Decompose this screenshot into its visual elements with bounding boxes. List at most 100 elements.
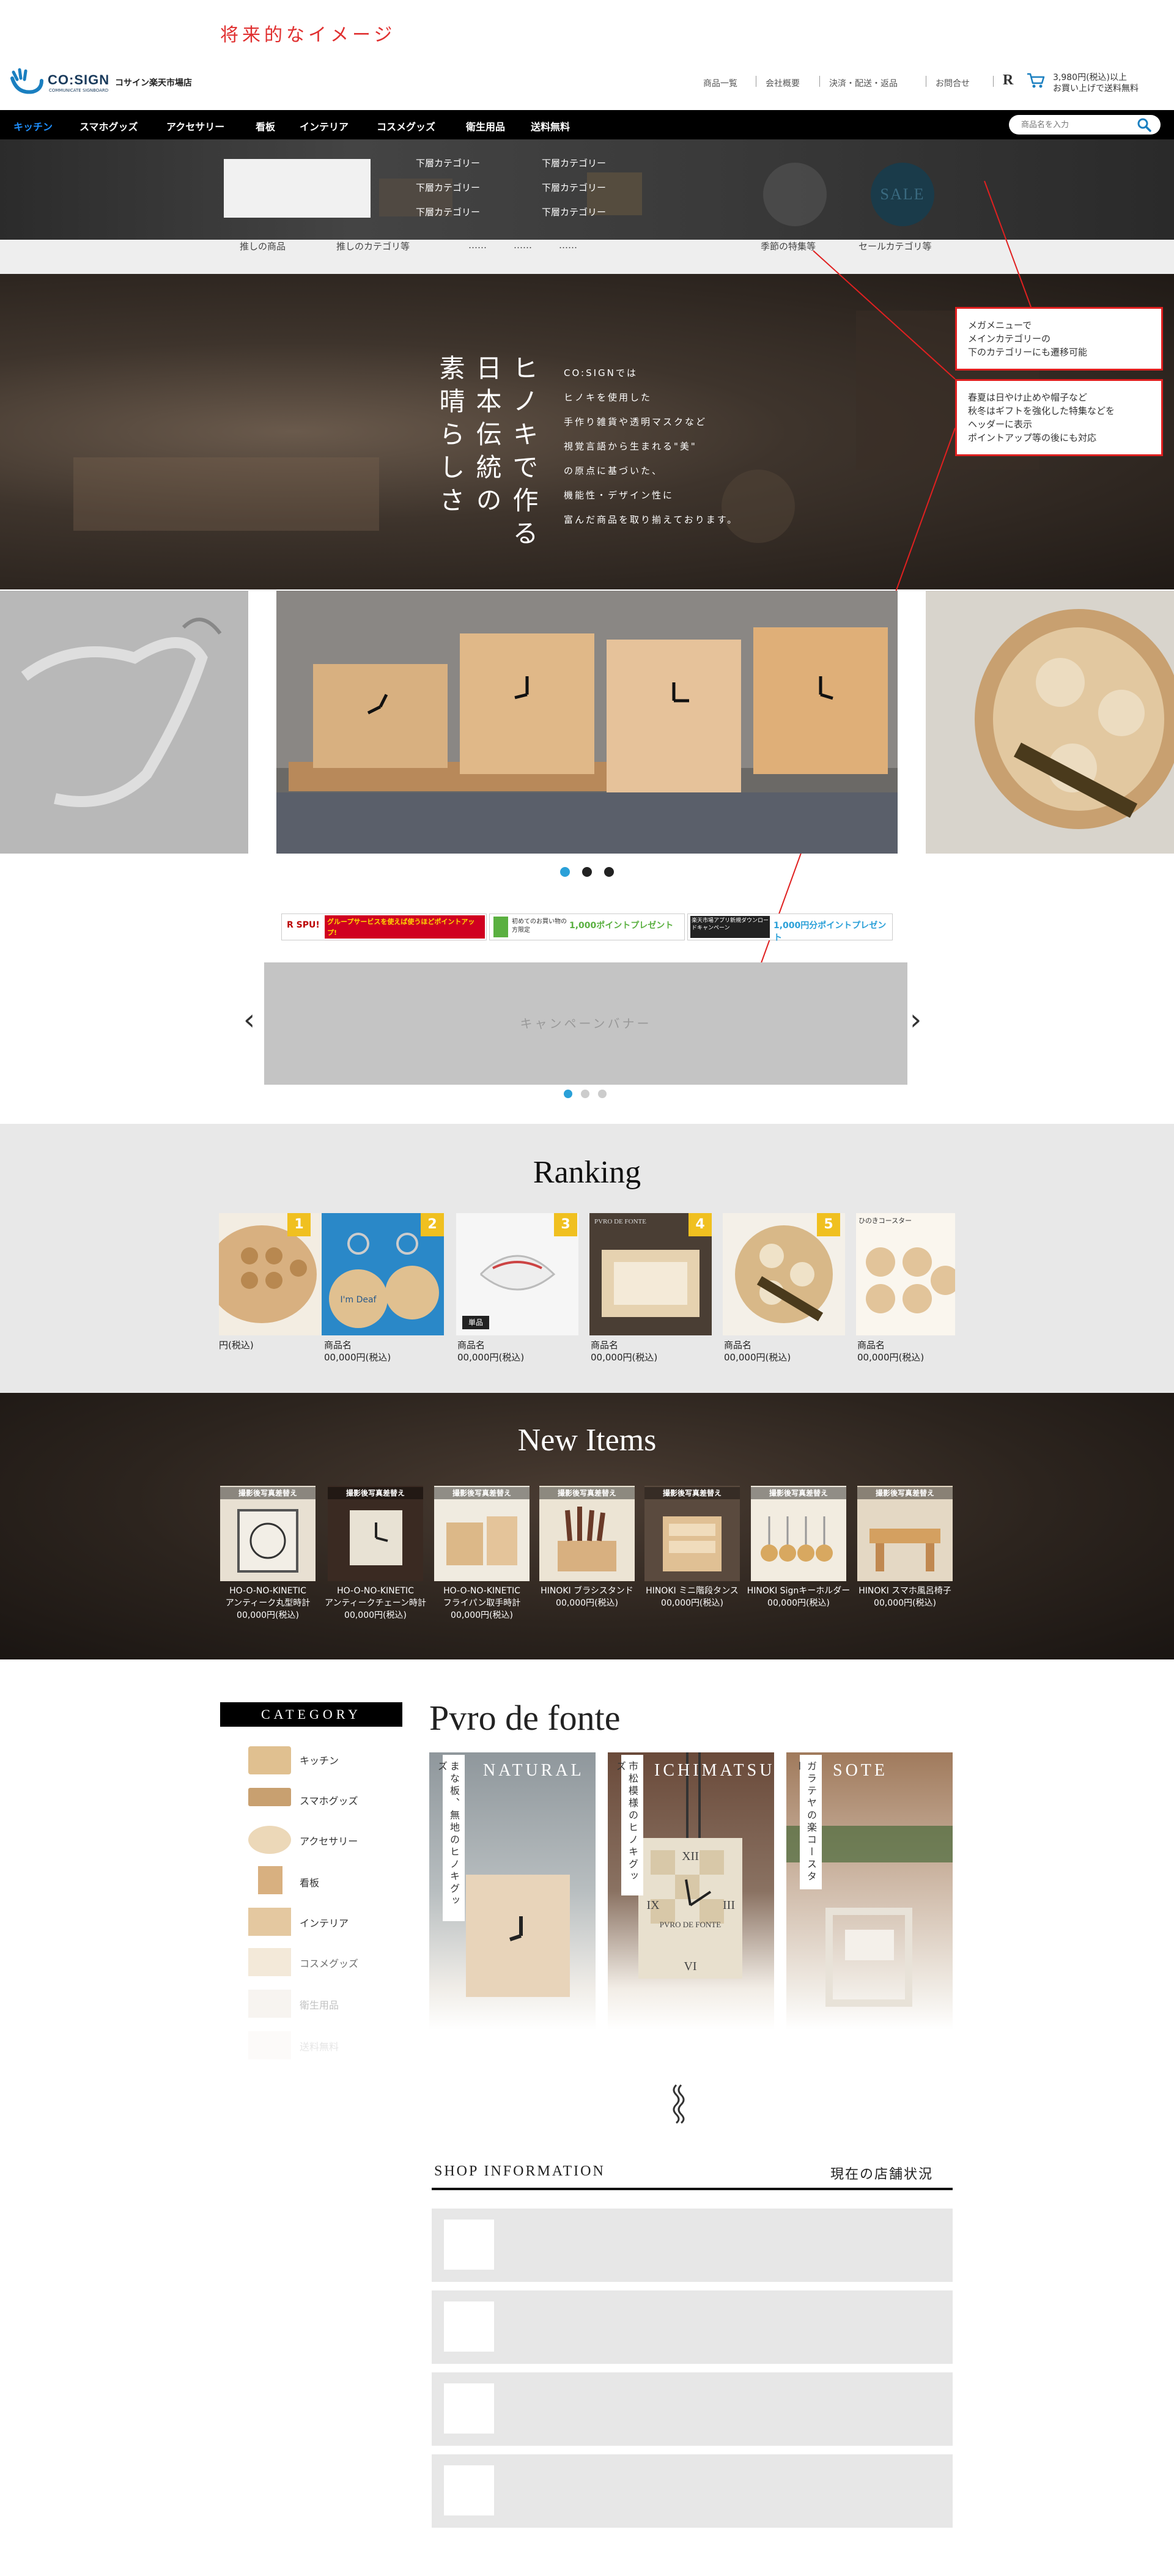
header-link-contact[interactable]: お問合せ <box>936 77 970 89</box>
ranking-item-3-info[interactable]: 商品名 00,000円(税込) <box>457 1339 524 1364</box>
category-item-accessory[interactable]: アクセサリー <box>300 1833 358 1848</box>
nav-item-hygiene[interactable]: 衛生用品 <box>466 119 505 133</box>
carousel-prev-arrow[interactable]: ‹ <box>243 1003 255 1037</box>
ranking-item-price: 円(税込) <box>219 1340 254 1351</box>
rakuten-icon[interactable]: R <box>1003 72 1013 89</box>
cutting-board-icon[interactable] <box>248 1746 291 1774</box>
hero-vertical-line-2: 日本伝統の <box>472 355 502 520</box>
campaign-dot-2[interactable] <box>581 1090 589 1098</box>
ranking-item-6-info[interactable]: 商品名 00,000円(税込) <box>857 1339 924 1364</box>
phone-stand-icon[interactable] <box>248 1788 291 1806</box>
subbar-link-placeholder[interactable]: …… <box>559 240 577 251</box>
subbar-link-placeholder[interactable]: …… <box>468 240 487 251</box>
ranking-item-2-info[interactable]: 商品名 00,000円(税込) <box>324 1339 391 1364</box>
new-item-price: 00,000円(税込) <box>237 1611 299 1620</box>
new-item-card-6[interactable] <box>751 1486 846 1581</box>
new-item-card-2[interactable] <box>328 1486 423 1581</box>
slider-dot-2[interactable] <box>582 867 592 877</box>
category-item-hygiene[interactable]: 衛生用品 <box>300 1997 339 2012</box>
nav-item-interior[interactable]: インテリア <box>300 119 349 133</box>
shop-info-title: SHOP INFORMATION <box>434 2163 605 2179</box>
subbar-link-placeholder[interactable]: …… <box>514 240 532 251</box>
new-item-6-info[interactable]: HINOKI Signキーホルダー 00,000円(税込) <box>745 1585 852 1609</box>
mega-link-subcategory[interactable]: 下層カテゴリー <box>542 157 606 169</box>
hero-paragraph-line: 機能性・デザイン性に <box>564 490 674 501</box>
category-item-smartphone[interactable]: スマホグッズ <box>300 1793 358 1807</box>
mega-link-subcategory[interactable]: 下層カテゴリー <box>542 205 606 218</box>
nav-item-kitchen[interactable]: キッチン <box>13 119 53 133</box>
subbar-link-sale[interactable]: セールカテゴリ等 <box>858 240 932 253</box>
new-item-1-info[interactable]: HO-O-NO-KINETIC アンティーク丸型時計 00,000円(税込) <box>214 1585 322 1622</box>
shop-info-box-2[interactable] <box>432 2290 953 2364</box>
subbar-link-seasonal[interactable]: 季節の特集等 <box>761 240 816 253</box>
header-divider <box>993 76 994 87</box>
new-item-5-info[interactable]: HINOKI ミニ階段タンス 00,000円(税込) <box>638 1585 746 1609</box>
campaign-dot-1[interactable] <box>564 1090 572 1098</box>
shop-info-box-1[interactable] <box>432 2209 953 2282</box>
nav-item-smartphone[interactable]: スマホグッズ <box>79 119 138 133</box>
nav-item-accessory[interactable]: アクセサリー <box>166 119 224 133</box>
search-icon[interactable] <box>1136 117 1152 132</box>
category-item-signboard[interactable]: 看板 <box>300 1875 319 1889</box>
new-item-card-3[interactable] <box>434 1486 530 1581</box>
hygiene-icon[interactable] <box>248 1990 291 2018</box>
interior-clock-icon[interactable] <box>248 1908 291 1936</box>
cart-icon[interactable] <box>1026 72 1046 89</box>
mega-link-subcategory[interactable]: 下層カテゴリー <box>416 157 480 169</box>
new-item-card-4[interactable] <box>539 1486 635 1581</box>
new-item-card-1[interactable] <box>220 1486 316 1581</box>
mega-menu-circle[interactable] <box>763 163 827 226</box>
category-item-free-shipping[interactable]: 送料無料 <box>300 2039 339 2053</box>
first-purchase-banner[interactable]: 初めてのお買い物の方限定 1,000ポイントプレゼント <box>489 913 685 940</box>
slider-dot-3[interactable] <box>604 867 614 877</box>
header-link-products[interactable]: 商品一覧 <box>703 77 737 89</box>
sale-badge[interactable]: SALE <box>871 163 934 226</box>
mega-menu-feature-box[interactable] <box>224 159 371 218</box>
hero-paragraph: CO:SIGNでは ヒノキを使用した 手作り雑貨や透明マスクなど 視覚言語から生… <box>564 361 738 532</box>
mega-link-subcategory[interactable]: 下層カテゴリー <box>416 205 480 218</box>
new-item-2-info[interactable]: HO-O-NO-KINETIC アンティークチェーン時計 00,000円(税込) <box>322 1585 429 1622</box>
carousel-next-arrow[interactable]: › <box>910 1003 921 1037</box>
campaign-banner[interactable]: キャンペーンバナー <box>264 962 907 1085</box>
campaign-dot-3[interactable] <box>598 1090 607 1098</box>
nav-item-signboard[interactable]: 看板 <box>256 119 275 133</box>
category-item-interior[interactable]: インテリア <box>300 1915 349 1930</box>
free-shipping-icon[interactable] <box>248 2031 291 2059</box>
new-item-price: 00,000円(税込) <box>767 1598 830 1608</box>
app-download-banner[interactable]: 楽天市場アプリ新規ダウンロードキャンペーン 1,000円分ポイントプレゼント <box>687 913 893 943</box>
search-input[interactable] <box>1021 118 1137 131</box>
subbar-link-featured[interactable]: 推しの商品 <box>240 240 286 253</box>
spu-banner[interactable]: R SPU! グループサービスを使えば使うほどポイントアップ! <box>281 913 487 940</box>
new-item-4-info[interactable]: HINOKI ブラシスタンド 00,000円(税込) <box>533 1585 641 1609</box>
mega-link-subcategory[interactable]: 下層カテゴリー <box>416 181 480 194</box>
slider-dot-1[interactable] <box>560 867 570 877</box>
ranking-item-5-info[interactable]: 商品名 00,000円(税込) <box>724 1339 791 1364</box>
new-item-card-7[interactable] <box>857 1486 953 1581</box>
pvro-title: Pvro de fonte <box>429 1698 621 1738</box>
new-item-card-5[interactable] <box>644 1486 740 1581</box>
mega-link-subcategory[interactable]: 下層カテゴリー <box>542 181 606 194</box>
header-link-company[interactable]: 会社概要 <box>766 77 800 89</box>
new-item-3-info[interactable]: HO-O-NO-KINETIC フライパン取手時計 00,000円(税込) <box>428 1585 536 1622</box>
logo-text[interactable]: CO:SIGN <box>48 72 109 88</box>
keyholder-icon[interactable] <box>248 1826 291 1854</box>
category-item-cosme[interactable]: コスメグッズ <box>300 1955 358 1970</box>
ranking-card-6[interactable]: ひのきコースター <box>856 1213 960 1335</box>
ranking-item-1-info[interactable]: 円(税込) <box>219 1339 254 1351</box>
note-line: ヘッダーに表示 <box>968 419 1033 430</box>
ranking-item-4-info[interactable]: 商品名 00,000円(税込) <box>591 1339 657 1364</box>
shop-info-box-4[interactable] <box>432 2454 953 2528</box>
new-item-7-info[interactable]: HINOKI スマホ風呂椅子 00,000円(税込) <box>851 1585 959 1609</box>
cosme-stand-icon[interactable] <box>248 1948 291 1976</box>
header-link-payment[interactable]: 決済・配送・返品 <box>829 77 898 89</box>
ranking-item-name: 商品名 <box>457 1340 485 1351</box>
shop-info-box-3[interactable] <box>432 2372 953 2446</box>
nav-item-cosme[interactable]: コスメグッズ <box>377 119 435 133</box>
category-item-kitchen[interactable]: キッチン <box>300 1752 339 1767</box>
cosign-logo-icon[interactable] <box>9 67 44 99</box>
new-item-photo-label: 撮影後写真差替え <box>434 1487 530 1499</box>
signboard-icon[interactable] <box>258 1866 282 1894</box>
subbar-link-category[interactable]: 推しのカテゴリ等 <box>336 240 410 253</box>
annotation-note-seasonal: 春夏は日やけ止めや帽子など 秋冬はギフトを強化した特集などを ヘッダーに表示 ポ… <box>955 379 1163 456</box>
nav-item-free-shipping[interactable]: 送料無料 <box>531 119 570 133</box>
